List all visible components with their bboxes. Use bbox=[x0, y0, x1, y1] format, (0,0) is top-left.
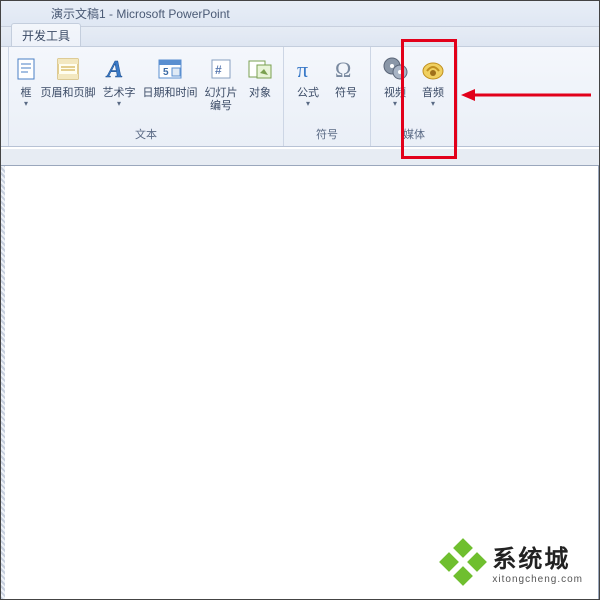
chevron-down-icon: ▾ bbox=[431, 100, 435, 108]
group-symbols: π 公式▾ Ω 符号 符号 bbox=[284, 47, 371, 146]
chevron-down-icon: ▾ bbox=[306, 100, 310, 108]
object-button[interactable]: 对象 bbox=[243, 51, 277, 115]
workspace bbox=[1, 149, 599, 599]
datetime-button[interactable]: 5 日期和时间 bbox=[141, 51, 199, 115]
slide-number-icon: # bbox=[209, 53, 233, 85]
header-footer-icon bbox=[55, 53, 81, 85]
equation-button[interactable]: π 公式▾ bbox=[290, 51, 326, 115]
textbox-icon bbox=[16, 53, 36, 85]
chevron-down-icon: ▾ bbox=[24, 100, 28, 108]
watermark: 系统城 xitongcheng.com bbox=[442, 539, 583, 585]
svg-text:π: π bbox=[297, 57, 308, 82]
svg-text:A: A bbox=[105, 57, 123, 83]
video-button[interactable]: 视频▾ bbox=[377, 51, 413, 115]
object-icon bbox=[247, 53, 273, 85]
group-label-symbols: 符号 bbox=[284, 124, 370, 146]
slide-number-label: 幻灯片 编号 bbox=[205, 87, 238, 113]
group-edge bbox=[1, 47, 9, 146]
slide-number-button[interactable]: # 幻灯片 编号 bbox=[201, 51, 241, 115]
watermark-url: xitongcheng.com bbox=[492, 574, 583, 585]
svg-text:Ω: Ω bbox=[335, 57, 351, 82]
watermark-logo bbox=[442, 541, 484, 583]
wordart-icon: A bbox=[105, 53, 133, 85]
tab-developer[interactable]: 开发工具 bbox=[11, 23, 81, 46]
datetime-icon: 5 bbox=[157, 53, 183, 85]
chevron-down-icon: ▾ bbox=[393, 100, 397, 108]
video-icon bbox=[381, 53, 409, 85]
selection-edge bbox=[1, 166, 5, 599]
symbol-icon: Ω bbox=[332, 53, 360, 85]
slide-canvas[interactable] bbox=[1, 165, 599, 599]
wordart-button[interactable]: A 艺术字▾ bbox=[99, 51, 139, 115]
textbox-button[interactable]: 框▾ bbox=[15, 51, 37, 115]
svg-text:#: # bbox=[215, 63, 222, 77]
watermark-brand: 系统城 bbox=[492, 539, 583, 574]
ribbon: 框▾ 页眉和页脚 A 艺术字▾ 5 日期和时间 bbox=[1, 47, 599, 147]
symbol-button[interactable]: Ω 符号 bbox=[328, 51, 364, 115]
window-title: 演示文稿1 - Microsoft PowerPoint bbox=[51, 5, 230, 22]
ribbon-tabs: 开发工具 bbox=[1, 27, 599, 47]
group-label-media: 媒体 bbox=[371, 124, 457, 146]
window-titlebar: 演示文稿1 - Microsoft PowerPoint bbox=[1, 1, 599, 27]
equation-icon: π bbox=[294, 53, 322, 85]
group-media: 视频▾ 音频▾ 媒体 bbox=[371, 47, 458, 146]
group-text: 框▾ 页眉和页脚 A 艺术字▾ 5 日期和时间 bbox=[9, 47, 284, 146]
audio-button[interactable]: 音频▾ bbox=[415, 51, 451, 115]
chevron-down-icon: ▾ bbox=[117, 100, 121, 108]
header-footer-button[interactable]: 页眉和页脚 bbox=[39, 51, 97, 115]
svg-text:5: 5 bbox=[163, 67, 169, 78]
audio-icon bbox=[419, 53, 447, 85]
group-label-text: 文本 bbox=[9, 124, 283, 146]
